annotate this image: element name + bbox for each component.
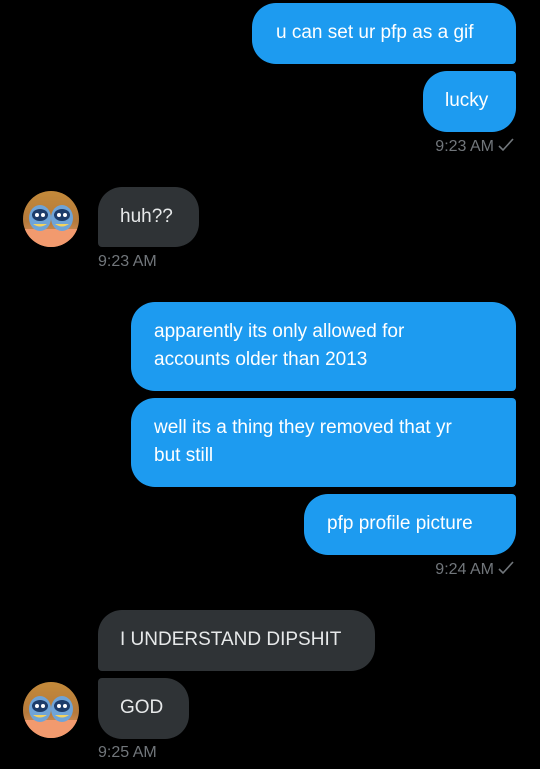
sent-message[interactable]: pfp profile picture [304,494,516,555]
sent-message[interactable]: lucky [423,71,516,132]
received-message[interactable]: GOD [98,678,189,739]
sent-message[interactable]: apparently its only allowed for accounts… [131,302,516,391]
avatar-icon [23,682,79,738]
message-timestamp: 9:23 AM [380,137,514,157]
checkmark-icon [498,138,514,152]
message-text-line: well its a thing they removed that yr [154,417,452,438]
message-text: GOD [120,697,164,718]
avatar-icon [23,191,79,247]
sent-message[interactable]: u can set ur pfp as a gif [252,3,516,64]
message-timestamp: 9:25 AM [98,744,157,761]
message-text: pfp profile picture [327,513,473,534]
message-text: huh?? [120,206,173,227]
message-text: u can set ur pfp as a gif [276,22,474,43]
message-text: I UNDERSTAND DIPSHIT [120,629,342,650]
message-text-line: but still [154,445,214,466]
avatar[interactable] [23,682,79,738]
message-text-line: accounts older than 2013 [154,349,368,370]
message-text: lucky [445,90,489,111]
message-text-line: apparently its only allowed for [154,321,405,342]
received-message[interactable]: huh?? [98,187,199,247]
message-timestamp: 9:23 AM [98,253,157,270]
checkmark-icon [498,561,514,575]
message-timestamp: 9:24 AM [380,560,514,580]
received-message[interactable]: I UNDERSTAND DIPSHIT [98,610,375,671]
avatar[interactable] [23,191,79,247]
sent-message[interactable]: well its a thing they removed that yr bu… [131,398,516,487]
